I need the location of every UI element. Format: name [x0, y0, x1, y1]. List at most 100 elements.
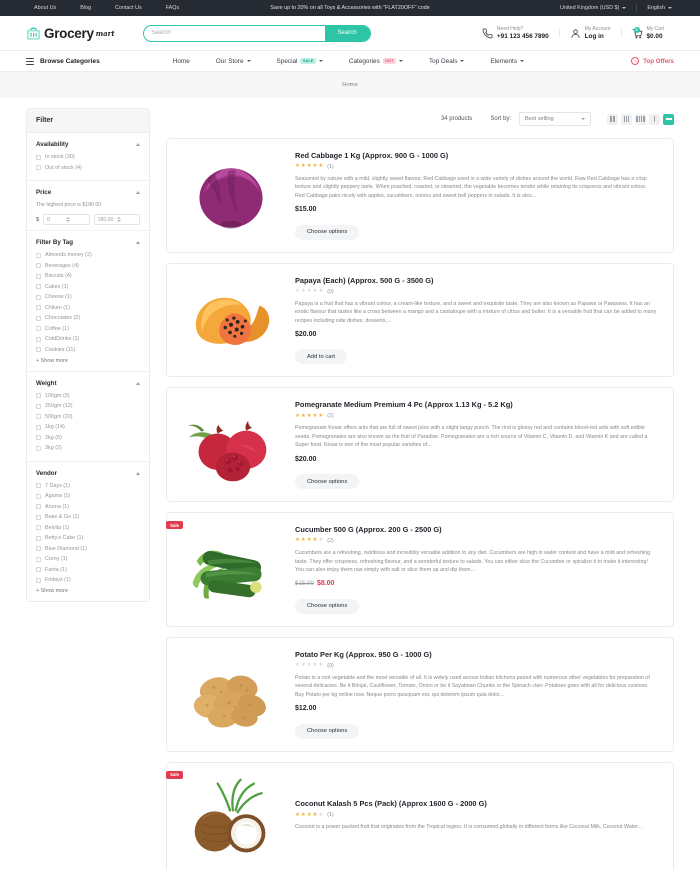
checkbox[interactable] — [36, 252, 41, 258]
topbar-link-blog[interactable]: Blog — [68, 5, 103, 11]
product-title[interactable]: Red Cabbage 1 Kg (Approx. 900 G - 1000 G… — [295, 151, 657, 160]
product-card[interactable]: Potato Per Kg (Approx. 950 G - 1000 G) ★… — [166, 636, 674, 752]
help-contact[interactable]: Need Help? +91 123 456 7890 — [472, 26, 559, 41]
nav-item-our-store[interactable]: Our Store — [203, 58, 264, 65]
checkbox[interactable] — [36, 504, 41, 509]
checkbox[interactable] — [36, 556, 41, 562]
checkbox[interactable] — [36, 577, 41, 583]
add-to-cart-button[interactable]: Add to cart — [295, 349, 348, 365]
filter-section-header[interactable]: Availability — [36, 141, 140, 148]
checkbox[interactable] — [36, 424, 41, 430]
choose-options-button[interactable]: Choose options — [295, 598, 360, 614]
product-card[interactable]: Pomegranate Medium Premium 4 Pc (Approx … — [166, 387, 674, 503]
price-max-input[interactable]: 180.00 — [93, 214, 140, 225]
checkbox[interactable] — [36, 567, 41, 572]
choose-options-button[interactable]: Choose options — [295, 474, 360, 490]
nav-item-categories[interactable]: Categories HOT — [336, 58, 416, 65]
filter-option[interactable]: Agama (1) — [36, 493, 140, 499]
product-title[interactable]: Cucumber 500 G (Approx. 200 G - 2500 G) — [295, 525, 657, 534]
filter-option[interactable]: Coffee (1) — [36, 326, 140, 332]
filter-option[interactable]: Biscuits (4) — [36, 273, 140, 279]
country-selector[interactable]: United Kingdom (USD $) — [550, 5, 636, 11]
filter-section-header[interactable]: Vendor — [36, 470, 140, 477]
topbar-link-contact-us[interactable]: Contact Us — [103, 5, 154, 11]
filter-option[interactable]: 3kg (2) — [36, 445, 140, 451]
checkbox[interactable] — [36, 273, 41, 279]
filter-option[interactable]: Aruma (1) — [36, 504, 140, 510]
filter-option[interactable]: Fanta (1) — [36, 567, 140, 573]
view-mode-grid-2[interactable] — [607, 113, 618, 125]
choose-options-button[interactable]: Choose options — [295, 723, 360, 739]
checkbox[interactable] — [36, 493, 41, 499]
checkbox[interactable] — [36, 315, 41, 321]
product-image-pomegranate[interactable] — [179, 401, 283, 489]
checkbox[interactable] — [36, 414, 41, 419]
checkbox[interactable] — [36, 535, 41, 541]
top-offers-link[interactable]: Top Offers — [631, 57, 674, 65]
checkbox[interactable] — [36, 514, 41, 520]
nav-item-top-deals[interactable]: Top Deals — [416, 58, 477, 65]
filter-option[interactable]: Cookies (11) — [36, 347, 140, 353]
checkbox[interactable] — [36, 403, 41, 409]
checkbox[interactable] — [36, 326, 41, 331]
filter-option[interactable]: Betty.s Cake (1) — [36, 535, 140, 541]
filter-option-out-of-stock[interactable]: Out of stock (4) — [36, 165, 140, 171]
product-title[interactable]: Coconut Kalash 5 Pcs (Pack) (Approx 1600… — [295, 799, 657, 808]
checkbox[interactable] — [36, 294, 41, 300]
view-mode-grid-3[interactable] — [621, 113, 632, 125]
checkbox[interactable] — [36, 435, 41, 440]
filter-option[interactable]: ColdDrinks (1) — [36, 336, 140, 342]
stepper-icon[interactable] — [66, 217, 85, 222]
sort-select[interactable]: Best selling — [519, 112, 591, 126]
checkbox[interactable] — [36, 347, 41, 352]
product-card[interactable]: Papaya (Each) (Approx. 500 G - 3500 G) ★… — [166, 262, 674, 378]
filter-option[interactable]: Beverages (4) — [36, 263, 140, 269]
breadcrumb-home[interactable]: Home — [342, 82, 357, 88]
tag-show-more-link[interactable]: + Show more — [36, 358, 140, 364]
view-mode-grid-1[interactable] — [649, 113, 660, 125]
checkbox[interactable] — [36, 393, 41, 398]
product-card[interactable]: Sale Coconut Kalash 5 Pcs (Pack) (Approx… — [166, 761, 674, 870]
filter-option[interactable]: Belvita (1) — [36, 525, 140, 531]
checkbox[interactable] — [36, 546, 41, 551]
topbar-link-about-us[interactable]: About Us — [18, 5, 68, 11]
checkbox[interactable] — [36, 284, 41, 289]
filter-option-in-stock[interactable]: In stock (30) — [36, 154, 140, 160]
vendor-show-more-link[interactable]: + Show more — [36, 588, 140, 594]
product-card[interactable]: Red Cabbage 1 Kg (Approx. 900 G - 1000 G… — [166, 138, 674, 253]
product-title[interactable]: Papaya (Each) (Approx. 500 G - 3500 G) — [295, 276, 657, 285]
product-title[interactable]: Pomegranate Medium Premium 4 Pc (Approx … — [295, 400, 657, 409]
checkbox[interactable] — [36, 336, 41, 342]
browse-categories-button[interactable]: Browse Categories — [26, 57, 100, 65]
view-mode-grid-4[interactable] — [635, 113, 646, 125]
nav-item-home[interactable]: Home — [160, 58, 203, 65]
filter-option[interactable]: 100gm (9) — [36, 393, 140, 399]
checkbox[interactable] — [36, 263, 41, 268]
language-selector[interactable]: English — [637, 5, 682, 11]
product-image-potato[interactable] — [179, 650, 283, 738]
checkbox[interactable] — [36, 305, 41, 310]
filter-option[interactable]: 2kg (5) — [36, 435, 140, 441]
filter-section-header[interactable]: Price — [36, 189, 140, 196]
product-image-papaya[interactable] — [179, 276, 283, 364]
filter-section-header[interactable]: Weight — [36, 380, 140, 387]
filter-option[interactable]: 7 Days (1) — [36, 483, 140, 489]
nav-item-special[interactable]: Special SALE — [264, 58, 336, 65]
cart-menu[interactable]: 0 My Cart $0.00 — [622, 26, 675, 41]
account-menu[interactable]: My Account Log in — [560, 26, 621, 41]
stepper-icon[interactable] — [116, 217, 136, 222]
nav-item-elements[interactable]: Elements — [477, 58, 537, 65]
filter-option[interactable]: 250gm (12) — [36, 403, 140, 409]
filter-option[interactable]: Cheese (1) — [36, 294, 140, 300]
product-title[interactable]: Potato Per Kg (Approx. 950 G - 1000 G) — [295, 650, 657, 659]
checkbox[interactable] — [36, 445, 41, 451]
filter-option[interactable]: 500gm (20) — [36, 414, 140, 420]
price-min-input[interactable]: 0 — [43, 214, 90, 225]
search-button[interactable]: Search — [324, 25, 370, 41]
filter-option[interactable]: Fridays (1) — [36, 577, 140, 583]
product-image-cucumber[interactable] — [179, 526, 283, 614]
checkbox[interactable] — [36, 483, 41, 488]
filter-section-header[interactable]: Filter By Tag — [36, 239, 140, 246]
filter-option[interactable]: Chiken (1) — [36, 305, 140, 311]
filter-option[interactable]: Chocolates (2) — [36, 315, 140, 321]
